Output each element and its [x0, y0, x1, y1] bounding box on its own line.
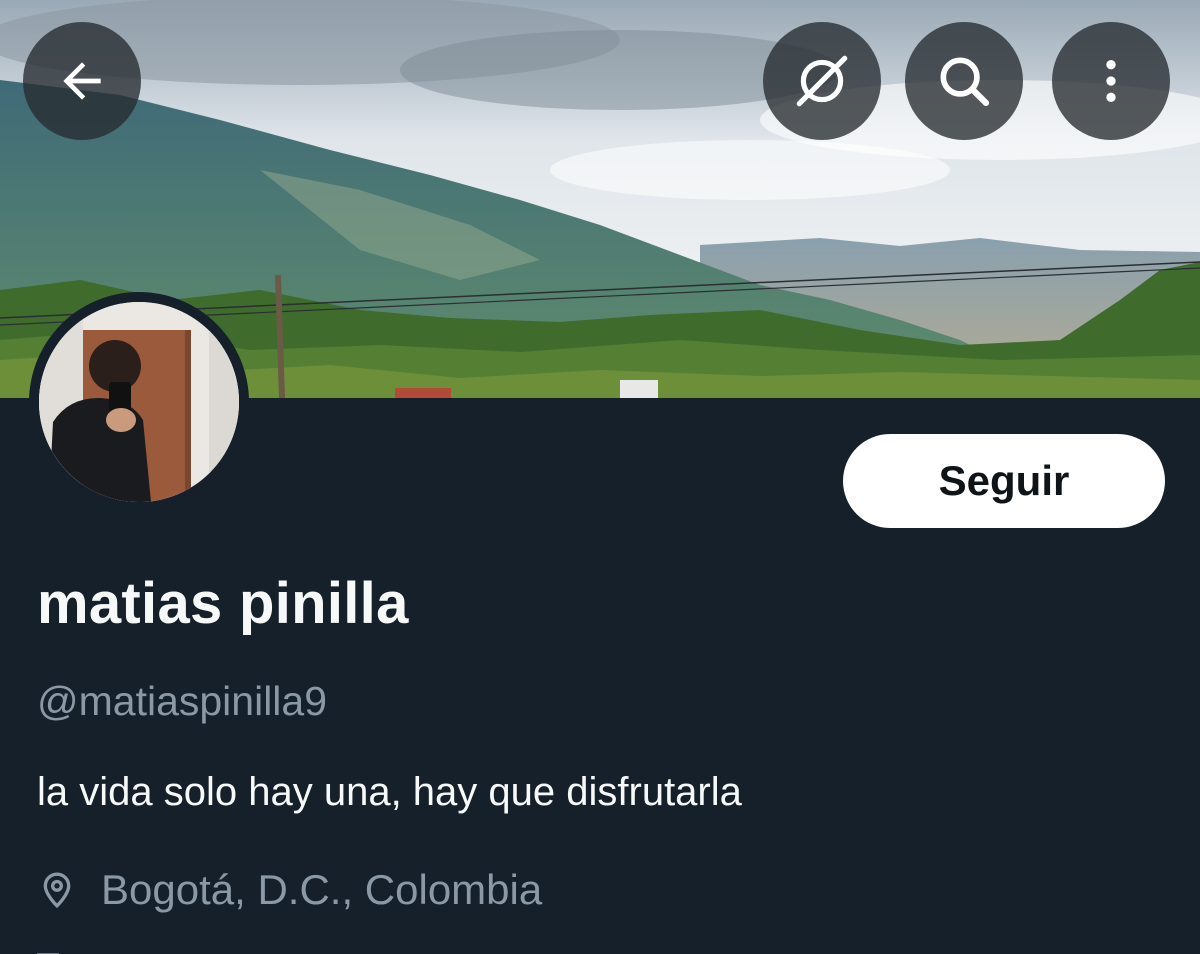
- search-button[interactable]: [905, 22, 1023, 140]
- follow-button[interactable]: Seguir: [843, 434, 1165, 528]
- back-button[interactable]: [23, 22, 141, 140]
- grok-icon: [796, 55, 848, 107]
- profile-bio: la vida solo hay una, hay que disfrutarl…: [37, 770, 742, 814]
- location-text: Bogotá, D.C., Colombia: [101, 866, 543, 913]
- search-icon: [940, 57, 990, 107]
- profile-handle: @matiaspinilla9: [37, 678, 328, 724]
- profile-meta-row-cutoff: [37, 946, 937, 954]
- more-vertical-icon: [1106, 60, 1116, 102]
- arrow-left-icon: [63, 62, 101, 100]
- location-pin-icon: [37, 870, 77, 910]
- avatar-photo: [39, 302, 239, 502]
- profile-display-name: matias pinilla: [37, 571, 409, 636]
- profile-location: Bogotá, D.C., Colombia: [37, 866, 542, 914]
- grok-button[interactable]: [763, 22, 881, 140]
- more-options-button[interactable]: [1052, 22, 1170, 140]
- profile-avatar[interactable]: [29, 292, 249, 512]
